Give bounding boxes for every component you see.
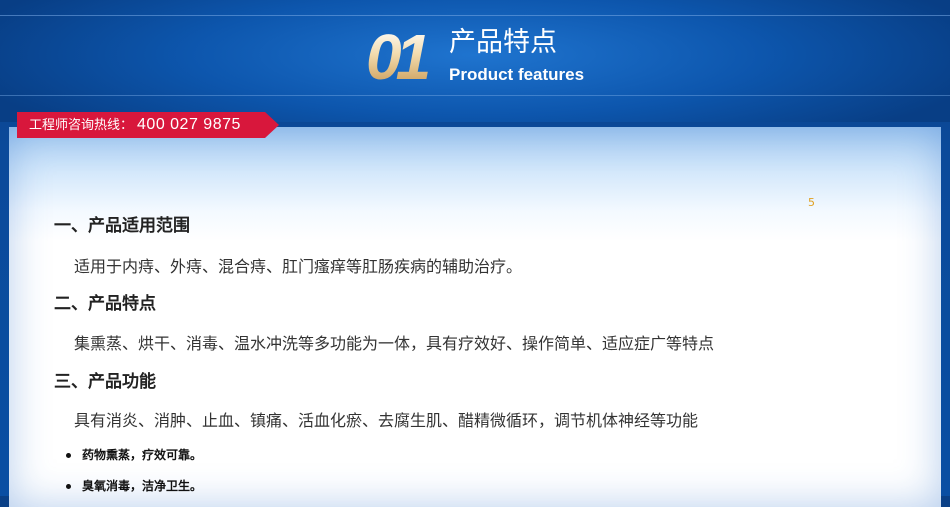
hotline-number[interactable]: 400 027 9875 xyxy=(137,116,241,133)
section-header: 01 产品特点 Product features xyxy=(0,0,950,122)
paragraph-features: 集熏蒸、烘干、消毒、温水冲洗等多功能为一体，具有疗效好、操作简单、适应症广等特点 xyxy=(74,334,715,353)
section-number: 01 xyxy=(366,25,436,89)
bullet-item: 药物熏蒸，疗效可靠。 xyxy=(65,448,203,462)
hotline-banner[interactable]: 工程师咨询热线： 400 027 9875 xyxy=(17,112,279,138)
heading-features: 二、产品特点 xyxy=(54,294,156,314)
header-top-divider xyxy=(0,15,950,16)
stray-mark: 5 xyxy=(808,196,815,209)
heading-scope: 一、产品适用范围 xyxy=(54,216,190,236)
header-bottom-divider xyxy=(0,95,950,96)
section-title-en: Product features xyxy=(449,65,585,84)
paragraph-functions: 具有消炎、消肿、止血、镇痛、活血化瘀、去腐生肌、醋精微循环，调节机体神经等功能 xyxy=(74,411,699,430)
hotline-label: 工程师咨询热线： xyxy=(29,118,134,133)
heading-functions: 三、产品功能 xyxy=(54,372,156,392)
section-title-cn: 产品特点 xyxy=(449,27,557,58)
bullet-item: 臭氧消毒，洁净卫生。 xyxy=(65,479,203,493)
paragraph-scope: 适用于内痔、外痔、混合痔、肛门瘙痒等肛肠疾病的辅助治疗。 xyxy=(74,257,523,276)
